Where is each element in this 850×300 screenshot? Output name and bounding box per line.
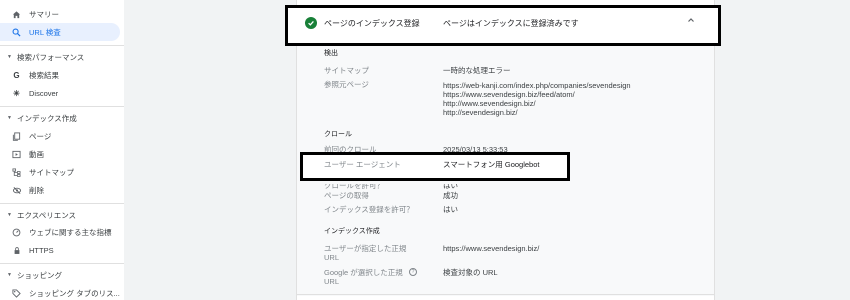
help-icon[interactable]: ?	[409, 268, 417, 276]
pages-icon	[11, 131, 22, 142]
check-circle-icon	[305, 17, 317, 29]
sidebar-item-label: ページ	[29, 131, 52, 141]
sidebar: サマリー URL 検査 ▼ 検索パフォーマンス G 検索結果 ✳ Discove…	[0, 0, 124, 300]
user-agent-value: スマートフォン用 Googlebot	[443, 160, 540, 169]
user-canonical-value[interactable]: https://www.sevendesign.biz/	[443, 244, 539, 254]
sidebar-item-search-results[interactable]: G 検索結果	[0, 66, 120, 84]
speed-icon	[11, 227, 22, 238]
chevron-up-icon[interactable]	[686, 15, 696, 28]
sidebar-item-core-web-vitals[interactable]: ウェブに関する主な指標	[0, 223, 120, 241]
section-shopping[interactable]: ▼ ショッピング	[7, 269, 62, 281]
sidebar-item-label: 削除	[29, 185, 44, 195]
indexing-allowed-value: はい	[443, 205, 458, 214]
section-title-indexing: インデックス作成	[324, 228, 380, 235]
sidebar-item-label: HTTPS	[29, 245, 54, 255]
sidebar-item-pages[interactable]: ページ	[0, 127, 120, 145]
indexing-allowed-label: インデックス登録を許可？	[324, 205, 414, 214]
sidebar-item-label: ショッピング タブのリス...	[29, 288, 120, 298]
triangle-down-icon: ▼	[7, 212, 12, 218]
sitemap-icon	[11, 167, 22, 178]
section-indexing[interactable]: ▼ インデックス作成	[7, 112, 77, 124]
user-agent-label: ユーザー エージェント	[324, 160, 401, 169]
divider	[0, 203, 124, 204]
page-fetch-value: 成功	[443, 191, 458, 200]
sidebar-item-label: サマリー	[29, 9, 59, 19]
home-icon	[11, 9, 22, 20]
visibility-off-icon	[11, 185, 22, 196]
google-canonical-label-url: URL	[324, 277, 340, 286]
sidebar-item-summary[interactable]: サマリー	[0, 5, 120, 23]
section-title-discovery: 検出	[324, 50, 338, 57]
section-performance[interactable]: ▼ 検索パフォーマンス	[7, 51, 84, 63]
sidebar-item-label: ウェブに関する主な指標	[29, 227, 112, 237]
asterisk-icon: ✳	[13, 88, 20, 98]
section-experience[interactable]: ▼ エクスペリエンス	[7, 209, 76, 221]
sidebar-item-label: サイトマップ	[29, 167, 74, 177]
sidebar-item-label: 動画	[29, 149, 44, 159]
triangle-down-icon: ▼	[7, 54, 12, 60]
sidebar-item-shopping-tab[interactable]: ショッピング タブのリス...	[0, 284, 120, 300]
section-title-crawl: クロール	[324, 131, 352, 138]
divider	[297, 294, 714, 295]
divider	[0, 45, 124, 46]
page-fetch-label: ページの取得	[324, 191, 369, 200]
sidebar-item-discover[interactable]: ✳ Discover	[0, 84, 120, 102]
sidebar-item-video[interactable]: 動画	[0, 145, 120, 163]
sidebar-item-https[interactable]: HTTPS	[0, 241, 120, 259]
google-canonical-value: 検査対象の URL	[443, 268, 498, 277]
sidebar-item-label: 検索結果	[29, 70, 59, 80]
divider	[0, 263, 124, 264]
sidebar-item-sitemaps[interactable]: サイトマップ	[0, 163, 120, 181]
section-label: インデックス作成	[16, 113, 77, 123]
video-icon	[11, 149, 22, 160]
section-label: 検索パフォーマンス	[16, 52, 85, 62]
search-icon	[11, 27, 22, 38]
sitemap-label: サイトマップ	[324, 66, 369, 75]
triangle-down-icon: ▼	[7, 115, 12, 121]
divider	[0, 106, 124, 107]
sidebar-item-label: URL 検査	[29, 27, 61, 37]
sitemap-value: 一時的な処理エラー	[443, 66, 511, 75]
user-canonical-label-url: URL	[324, 253, 340, 262]
triangle-down-icon: ▼	[7, 272, 12, 278]
section-label: エクスペリエンス	[16, 210, 77, 220]
referring-page-link[interactable]: http://sevendesign.biz/	[443, 108, 518, 118]
sidebar-item-removals[interactable]: 削除	[0, 181, 120, 199]
referring-pages-label: 参照元ページ	[324, 80, 369, 89]
header-title: ページのインデックス登録	[324, 19, 420, 28]
lock-icon	[11, 245, 22, 256]
header-status: ページはインデックスに登録済みです	[443, 19, 579, 28]
tag-icon	[11, 288, 22, 299]
google-g-icon: G	[13, 70, 20, 80]
sidebar-item-label: Discover	[29, 88, 59, 98]
sidebar-item-url-inspection[interactable]: URL 検査	[0, 23, 120, 41]
section-label: ショッピング	[16, 270, 62, 280]
